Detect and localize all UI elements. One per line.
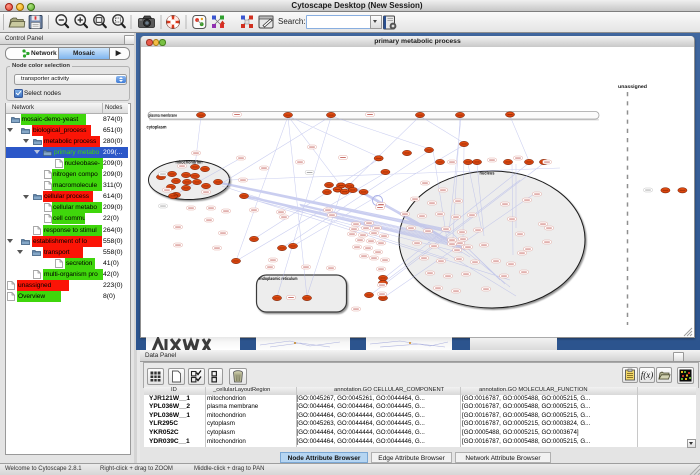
svg-text:f(x): f(x) [641,370,654,380]
